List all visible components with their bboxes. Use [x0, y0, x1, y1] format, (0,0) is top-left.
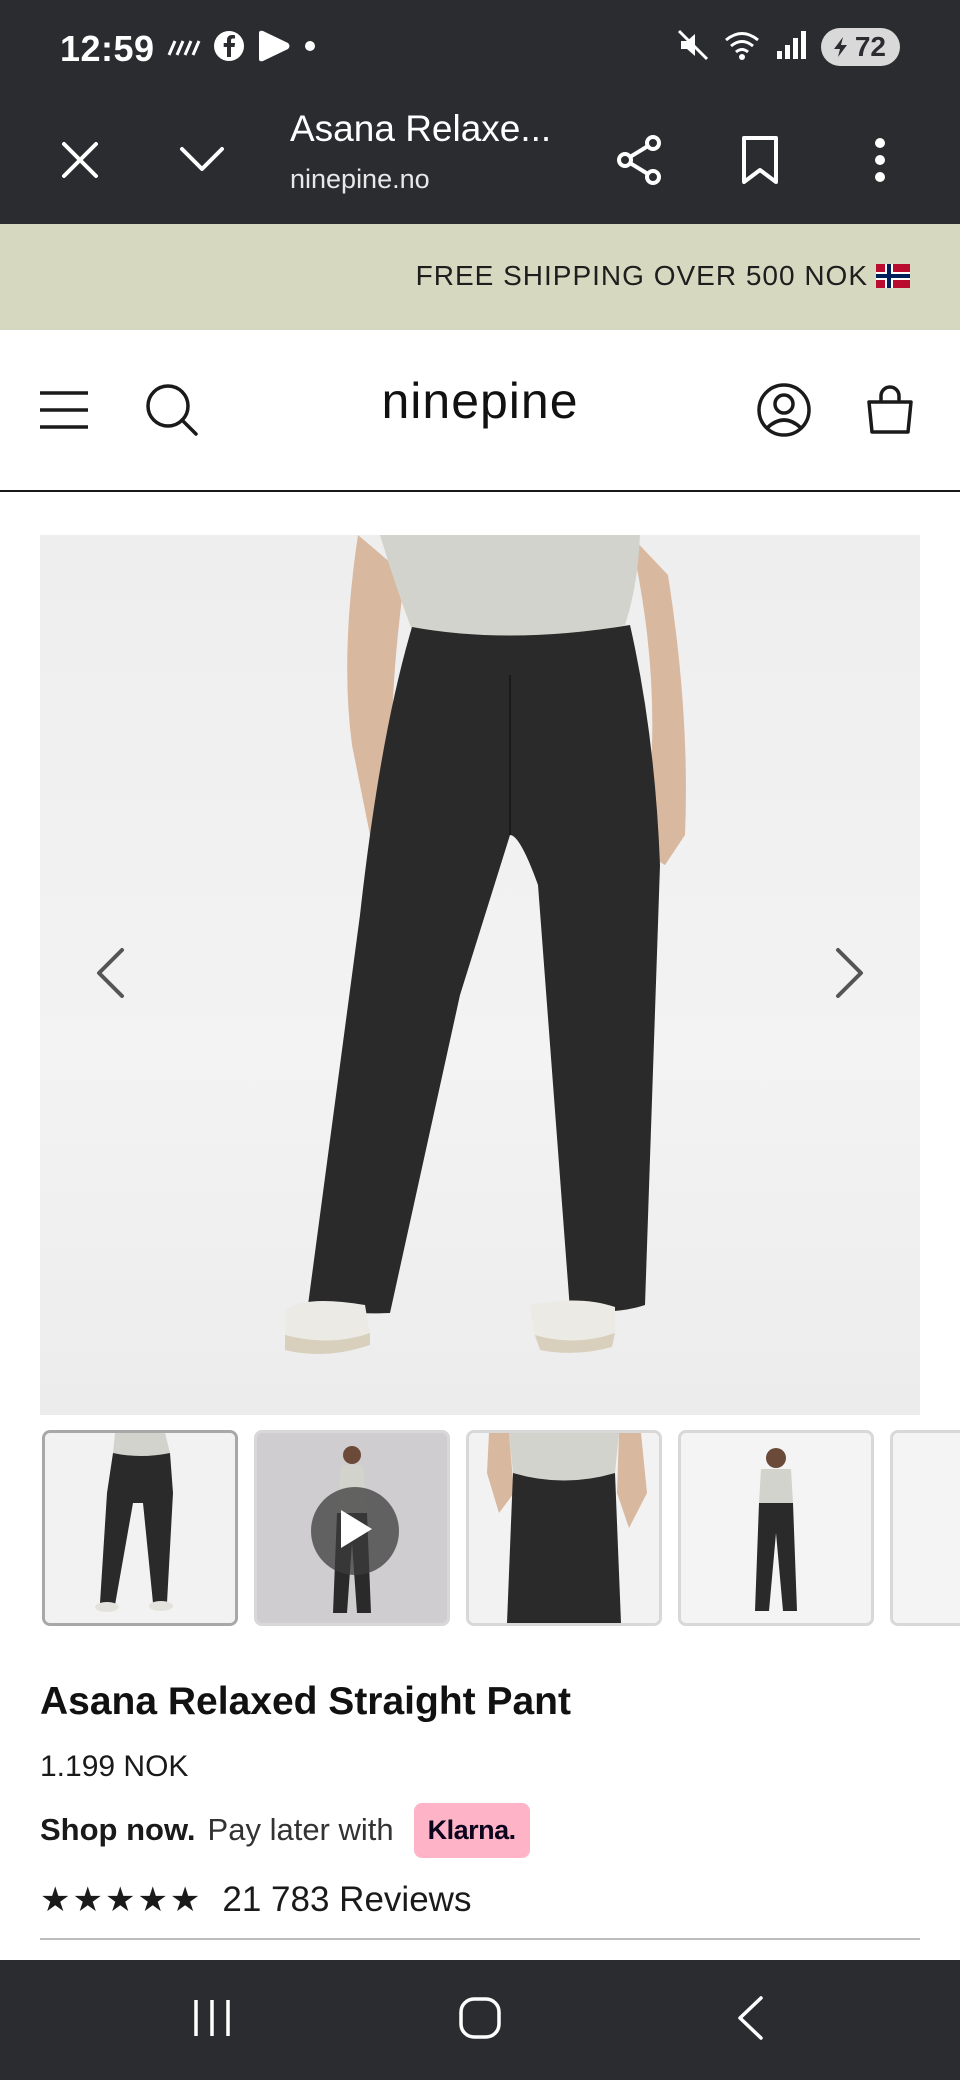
battery-icon: 72: [820, 28, 900, 66]
product-title: Asana Relaxed Straight Pant: [40, 1680, 571, 1723]
home-button[interactable]: [440, 1988, 520, 2052]
chevron-right-icon: [834, 947, 866, 1004]
mute-icon: [677, 29, 709, 66]
minimize-button[interactable]: [170, 130, 234, 194]
status-icons-right: 72: [677, 28, 900, 66]
product-main-image[interactable]: [40, 535, 920, 1415]
back-icon: [735, 1995, 765, 2046]
divider: [40, 1938, 920, 1940]
page-url[interactable]: ninepine.no: [290, 164, 430, 195]
back-button[interactable]: [710, 1988, 790, 2052]
account-icon: [756, 382, 812, 443]
close-icon: [60, 140, 100, 185]
dot-icon: [303, 39, 317, 58]
cart-icon: [865, 384, 915, 441]
recent-apps-button[interactable]: [172, 1988, 252, 2052]
klarna-badge: Klarna.: [413, 1802, 530, 1858]
browser-toolbar: Asana Relaxe... ninepine.no: [0, 100, 960, 224]
chevron-left-icon: [94, 947, 126, 1004]
thumbnail-4-image: [681, 1433, 871, 1623]
more-vert-icon: [874, 137, 886, 188]
promo-text-wrap: FREE SHIPPING OVER 500 NOK: [416, 260, 910, 292]
product-photo: [285, 535, 686, 1354]
wifi-calling-icon: [165, 31, 201, 66]
signal-icon: [775, 29, 807, 66]
share-button[interactable]: [608, 130, 672, 194]
thumbnail-5[interactable]: [890, 1430, 960, 1626]
thumbnail-5-image: [893, 1433, 960, 1623]
thumbnail-1[interactable]: [42, 1430, 238, 1626]
status-time: 12:59: [60, 28, 155, 69]
previous-image-button[interactable]: [80, 935, 140, 1015]
reviews-summary[interactable]: ★★★★★ 21 783 Reviews: [40, 1880, 471, 1920]
next-image-button[interactable]: [820, 935, 880, 1015]
thumbnail-strip: [40, 1430, 960, 1632]
facebook-icon: [213, 30, 245, 67]
battery-level: 72: [854, 31, 886, 62]
promo-text: FREE SHIPPING OVER 500 NOK: [415, 260, 868, 291]
pay-later-text: Pay later with: [207, 1812, 394, 1847]
promo-banner[interactable]: FREE SHIPPING OVER 500 NOK: [0, 224, 960, 330]
system-nav-bar: [0, 1960, 960, 2080]
recent-apps-icon: [190, 1998, 234, 2043]
play-icon: [257, 30, 291, 67]
chevron-down-icon: [178, 145, 226, 180]
thumbnail-1-image: [45, 1433, 235, 1623]
wifi-icon: [723, 29, 761, 66]
cart-button[interactable]: [858, 380, 922, 444]
site-logo[interactable]: ninepine: [0, 372, 960, 430]
status-icons-left: [165, 30, 317, 67]
reviews-count: 21 783 Reviews: [222, 1880, 472, 1919]
thumbnail-4[interactable]: [678, 1430, 874, 1626]
home-icon: [458, 1996, 502, 2045]
bookmark-button[interactable]: [728, 130, 792, 194]
product-price: 1.199 NOK: [40, 1750, 189, 1783]
klarna-promo[interactable]: Shop now. Pay later with Klarna.: [40, 1800, 530, 1860]
share-icon: [615, 134, 665, 191]
page-title[interactable]: Asana Relaxe...: [290, 108, 551, 150]
close-tab-button[interactable]: [48, 130, 112, 194]
status-bar: 12:59 72: [0, 0, 960, 100]
play-video-button[interactable]: [311, 1487, 399, 1575]
shop-now-text: Shop now.: [40, 1812, 196, 1847]
play-icon: [335, 1507, 375, 1556]
site-header: ninepine: [0, 330, 960, 492]
star-rating-icon: ★★★★★: [40, 1881, 203, 1919]
thumbnail-3-image: [469, 1433, 659, 1623]
more-options-button[interactable]: [848, 130, 912, 194]
thumbnail-3[interactable]: [466, 1430, 662, 1626]
account-button[interactable]: [752, 380, 816, 444]
thumbnail-2-video[interactable]: [254, 1430, 450, 1626]
norway-flag-icon: [876, 264, 910, 288]
bookmark-icon: [740, 135, 780, 190]
